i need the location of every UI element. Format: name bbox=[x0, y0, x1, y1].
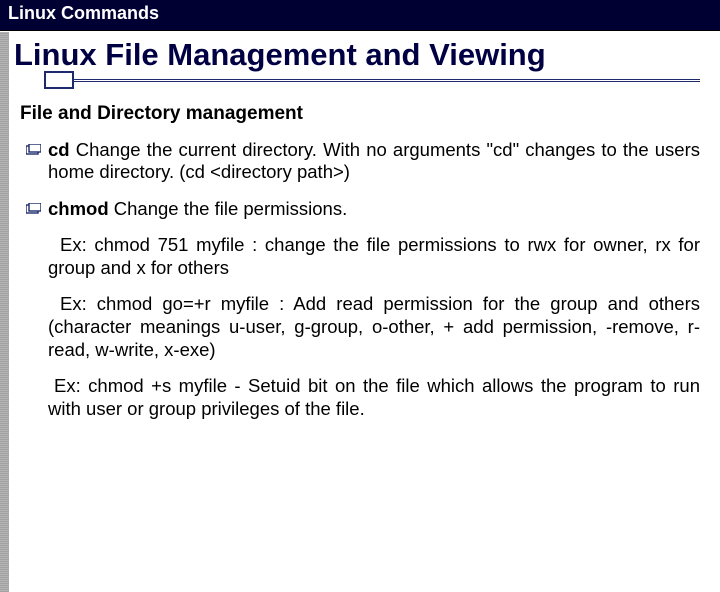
item-text: chmod Change the file permissions. bbox=[48, 198, 700, 221]
slide-body: Linux File Management and Viewing File a… bbox=[0, 31, 720, 420]
bullet-icon bbox=[26, 144, 42, 156]
header-bar: Linux Commands bbox=[0, 0, 720, 31]
content-area: cd Change the current directory. With no… bbox=[26, 139, 700, 421]
example-text: Ex: chmod +s myfile - Setuid bit on the … bbox=[48, 375, 700, 420]
command-desc: Change the current directory. With no ar… bbox=[48, 139, 700, 183]
header-title: Linux Commands bbox=[8, 3, 159, 23]
list-item: cd Change the current directory. With no… bbox=[26, 139, 700, 184]
example-text: Ex: chmod go=+r myfile : Add read permis… bbox=[48, 293, 700, 361]
example-text: Ex: chmod 751 myfile : change the file p… bbox=[48, 234, 700, 279]
bullet-icon bbox=[26, 203, 42, 215]
command-name: chmod bbox=[48, 198, 109, 219]
title-rule bbox=[14, 77, 706, 95]
title-double-rule bbox=[48, 79, 700, 82]
item-text: cd Change the current directory. With no… bbox=[48, 139, 700, 184]
slide-subtitle: File and Directory management bbox=[20, 103, 700, 125]
title-rule-box-icon bbox=[44, 71, 74, 89]
command-name: cd bbox=[48, 139, 70, 160]
list-item: chmod Change the file permissions. bbox=[26, 198, 700, 221]
slide-title: Linux File Management and Viewing bbox=[14, 37, 706, 73]
command-desc: Change the file permissions. bbox=[109, 198, 348, 219]
